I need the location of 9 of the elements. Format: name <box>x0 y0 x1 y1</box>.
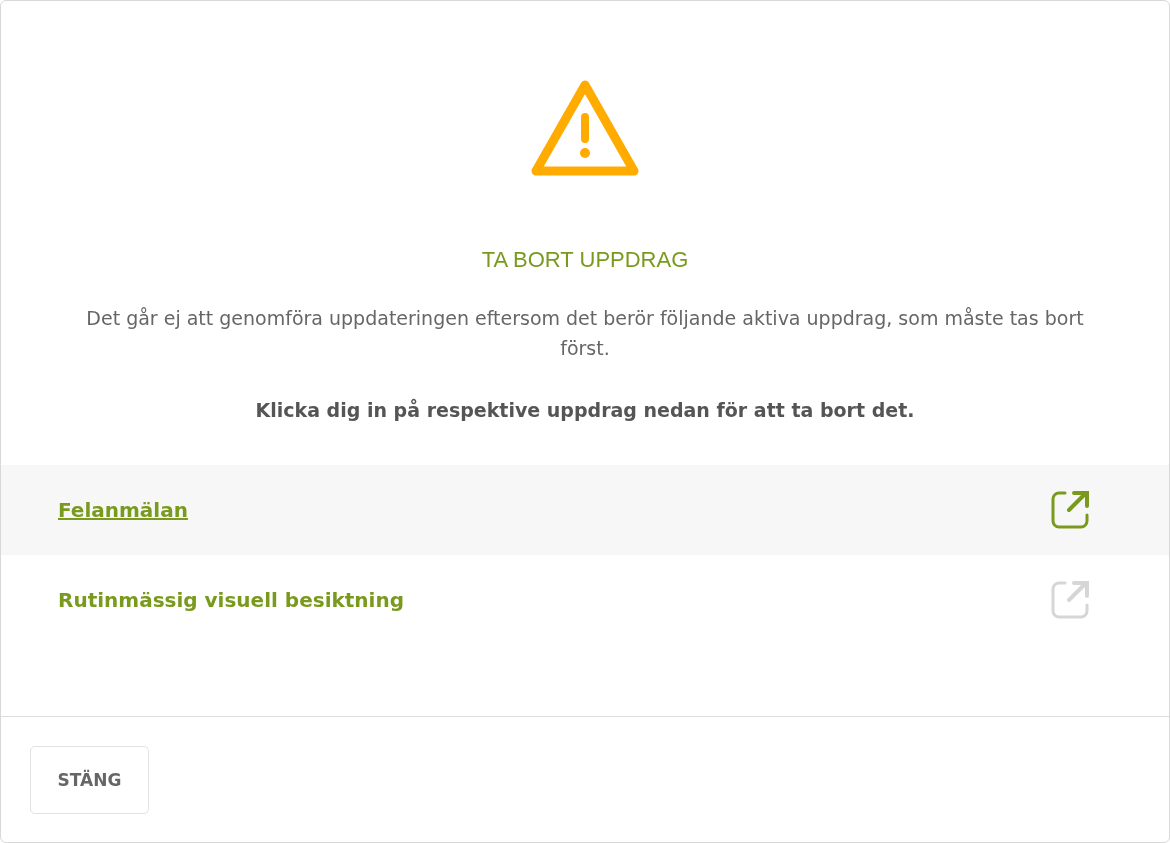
list-row[interactable]: Felanmälan <box>1 465 1169 555</box>
dialog-title: TA BORT UPPDRAG <box>481 247 689 273</box>
dialog-message: Det går ej att genomföra uppdateringen eftersom det berör följande aktiva uppdrag, som måste tas bort först. <box>85 306 1085 361</box>
warning-icon <box>530 79 640 177</box>
close-button[interactable]: STÄNG <box>30 745 149 814</box>
task-link[interactable]: Felanmälan <box>58 498 188 522</box>
external-link-icon[interactable] <box>1051 490 1089 530</box>
task-link[interactable]: Rutinmässig visuell besiktning <box>58 588 404 612</box>
instruction-text: Klicka dig in på respektive uppdrag nedan för att ta bort det. <box>255 399 915 421</box>
